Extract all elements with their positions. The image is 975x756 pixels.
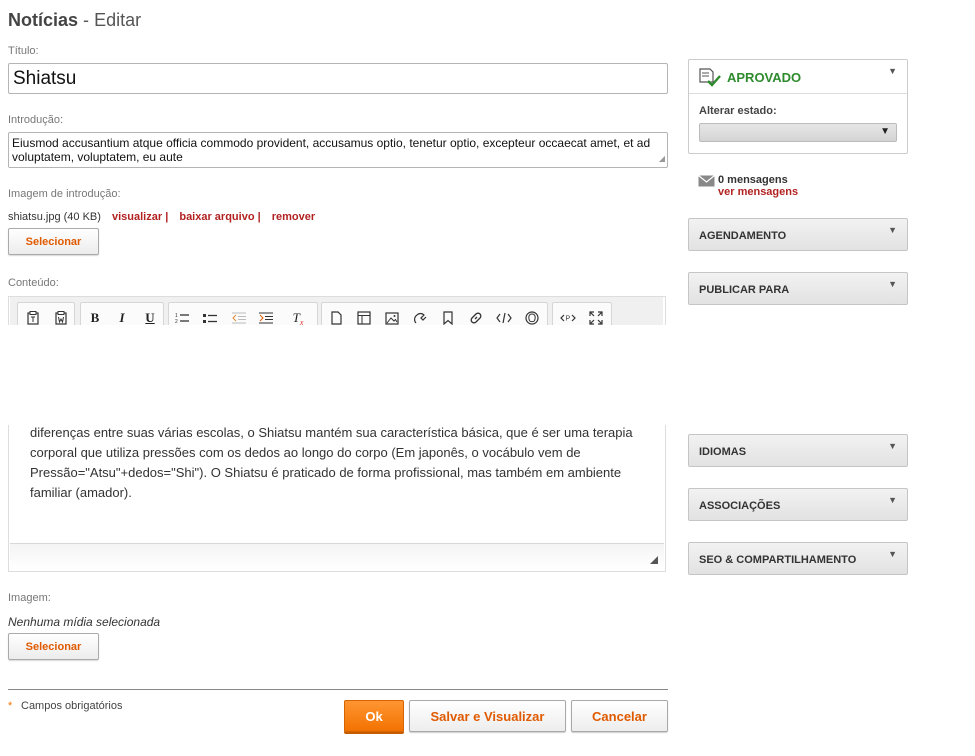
remove-link[interactable]: remover xyxy=(272,211,315,223)
svg-text:2: 2 xyxy=(175,319,178,324)
intro-image-file-line: shiatsu.jpg (40 KB) visualizar | baixar … xyxy=(8,211,315,223)
approved-doc-icon xyxy=(699,68,721,93)
view-messages-link[interactable]: ver mensagens xyxy=(718,186,798,198)
page-title-sep: - xyxy=(83,10,90,30)
download-link[interactable]: baixar arquivo | xyxy=(179,211,260,223)
editor-status-bar xyxy=(10,543,664,570)
scheduling-panel[interactable]: AGENDAMENTO ▼ xyxy=(688,218,908,251)
status-text: APROVADO xyxy=(727,70,802,85)
image-label: Imagem: xyxy=(8,592,51,604)
svg-text:P: P xyxy=(566,316,571,323)
view-link[interactable]: visualizar | xyxy=(112,211,168,223)
chevron-down-icon: ▼ xyxy=(888,549,897,559)
ok-button[interactable]: Ok xyxy=(344,700,404,732)
associations-panel[interactable]: ASSOCIAÇÕES ▼ xyxy=(688,488,908,521)
resize-grip-icon[interactable] xyxy=(650,556,658,564)
content-editor-text[interactable]: diferenças entre suas várias escolas, o … xyxy=(30,423,645,503)
cancel-button[interactable]: Cancelar xyxy=(571,700,668,732)
save-and-view-button[interactable]: Salvar e Visualizar xyxy=(409,700,566,732)
required-asterisk: * xyxy=(8,700,13,712)
intro-image-filename: shiatsu.jpg (40 KB) xyxy=(8,211,101,223)
clear-format-glyph: T xyxy=(292,310,300,325)
intro-text: Eiusmod accusantium atque officia commod… xyxy=(12,136,651,164)
envelope-icon xyxy=(698,174,715,192)
publish-to-panel[interactable]: PUBLICAR PARA ▼ xyxy=(688,272,908,305)
chevron-down-icon: ▼ xyxy=(888,225,897,235)
page-title: Notícias - Editar xyxy=(8,10,141,31)
associations-panel-title: ASSOCIAÇÕES xyxy=(699,500,781,512)
content-label: Conteúdo: xyxy=(8,277,59,289)
scheduling-panel-title: AGENDAMENTO xyxy=(699,230,787,242)
chevron-down-icon: ▼ xyxy=(888,495,897,505)
chevron-down-icon: ▼ xyxy=(880,126,890,137)
render-gap xyxy=(0,325,975,425)
title-input[interactable]: Shiatsu xyxy=(8,63,668,94)
languages-panel[interactable]: IDIOMAS ▼ xyxy=(688,434,908,467)
intro-label: Introdução: xyxy=(8,114,64,126)
required-fields-text: Campos obrigatórios xyxy=(21,700,123,712)
chevron-down-icon[interactable]: ▼ xyxy=(888,66,897,76)
textarea-resize-icon[interactable]: ◢ xyxy=(659,152,665,166)
seo-panel[interactable]: SEO & COMPARTILHAMENTO ▼ xyxy=(688,542,908,575)
seo-panel-title: SEO & COMPARTILHAMENTO xyxy=(699,554,857,566)
footer-divider xyxy=(8,689,668,690)
change-state-select[interactable]: ▼ xyxy=(699,123,897,142)
languages-panel-title: IDIOMAS xyxy=(699,446,747,458)
intro-image-label: Imagem de introdução: xyxy=(8,188,121,200)
page-title-action: Editar xyxy=(94,10,142,30)
intro-image-select-button[interactable]: Selecionar xyxy=(8,228,99,255)
status-panel: APROVADO ▼ Alterar estado: ▼ xyxy=(688,59,908,154)
chevron-down-icon: ▼ xyxy=(888,441,897,451)
chevron-down-icon: ▼ xyxy=(888,279,897,289)
image-select-button[interactable]: Selecionar xyxy=(8,633,99,660)
publish-to-panel-title: PUBLICAR PARA xyxy=(699,284,790,296)
change-state-label: Alterar estado: xyxy=(699,105,777,117)
image-empty-text: Nenhuma mídia selecionada xyxy=(8,615,161,629)
page-title-main: Notícias xyxy=(8,10,79,30)
intro-textarea[interactable]: Eiusmod accusantium atque officia commod… xyxy=(8,132,668,168)
title-label: Título: xyxy=(8,45,39,57)
messages-count: 0 mensagens xyxy=(718,174,788,186)
